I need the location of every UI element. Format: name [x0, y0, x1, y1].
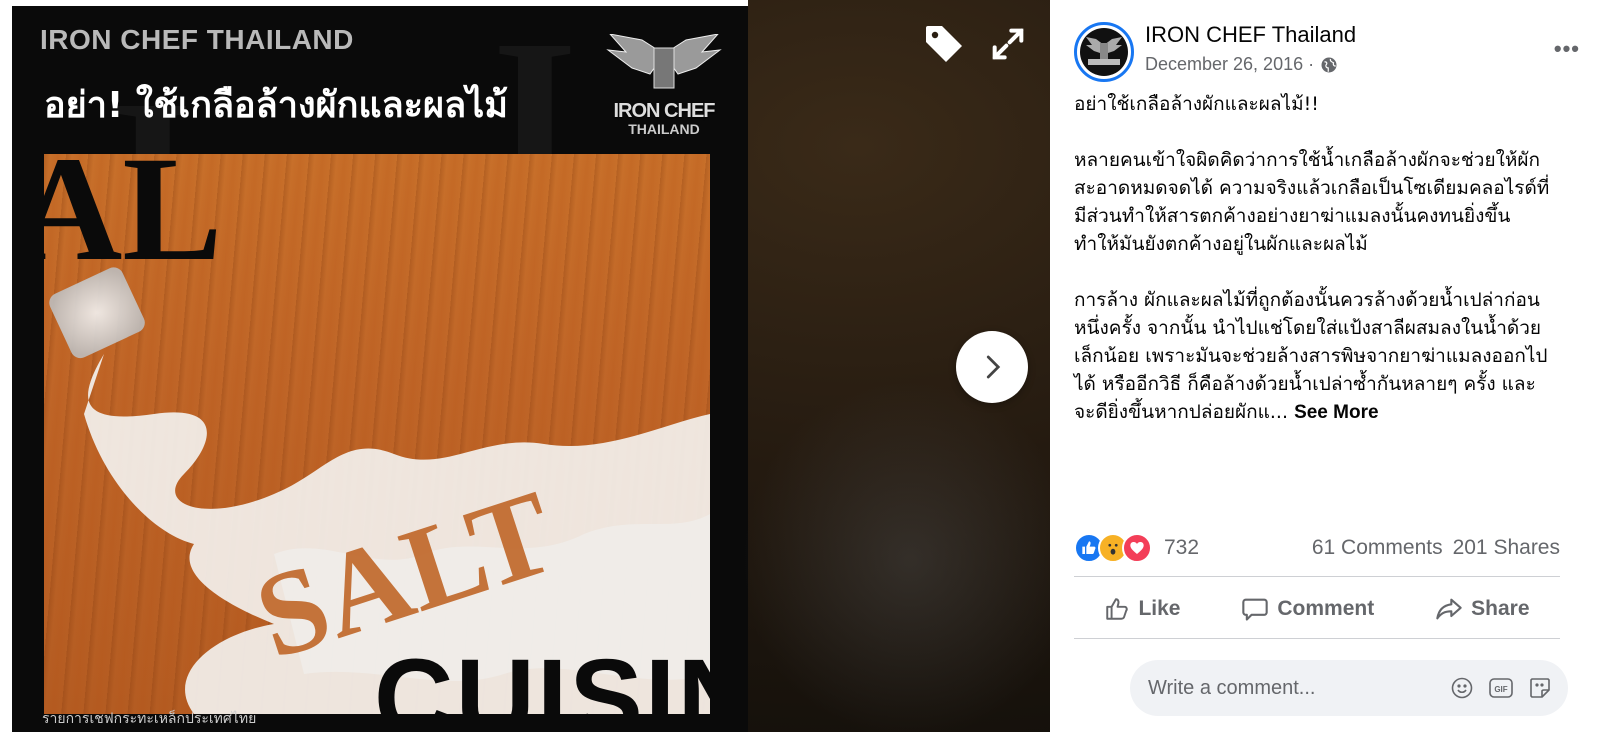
- like-button[interactable]: Like: [1094, 588, 1190, 630]
- wood-table-image: AL SALT CUISIN: [44, 154, 710, 714]
- thumbs-up-icon: [1106, 598, 1129, 620]
- post-date-text: December 26, 2016 ·: [1145, 54, 1315, 74]
- sticker-icon: [1530, 678, 1550, 698]
- comment-button[interactable]: Comment: [1231, 587, 1384, 631]
- photo-cuisine-text: CUISIN: [374, 637, 710, 715]
- share-icon: [1436, 598, 1462, 620]
- globe-icon: [1321, 57, 1337, 72]
- emoji-icon: [1451, 677, 1473, 699]
- avatar-logo-icon: [1086, 37, 1122, 65]
- reactions-summary[interactable]: 732: [1074, 533, 1199, 563]
- photo-headline: อย่า! ใช้เกลือล้างผักและผลไม้: [44, 85, 509, 126]
- photo-brand-text: IRON CHEF THAILAND: [40, 24, 354, 55]
- post-panel: IRON CHEF Thailand December 26, 2016 · •…: [1050, 0, 1600, 732]
- engagement-counts: 61 Comments 201 Shares: [1312, 536, 1560, 560]
- post-photo[interactable]: J I IRON CHEF THAILAND อย่า! ใช้เกลือล้า…: [0, 0, 748, 732]
- eagle-wings-icon: [606, 34, 722, 89]
- more-options-button[interactable]: •••: [1554, 36, 1580, 62]
- reaction-icons: [1074, 533, 1152, 563]
- post-actions: Like Comment Share: [1074, 580, 1560, 638]
- logo-sub: THAILAND: [628, 121, 700, 137]
- svg-text:GIF: GIF: [1494, 685, 1507, 694]
- chevron-right-icon: [986, 355, 1001, 379]
- salt-illustration: SALT: [49, 267, 710, 714]
- comment-input[interactable]: [1148, 676, 1418, 700]
- logo-text: IRON CHEF: [613, 100, 716, 122]
- divider: [1074, 576, 1560, 577]
- avatar-logo: [1080, 28, 1128, 76]
- tag-icon: [926, 26, 962, 62]
- reaction-count: 732: [1164, 536, 1200, 559]
- iron-chef-logo: IRON CHEF THAILAND: [602, 34, 726, 136]
- page-name-link[interactable]: IRON CHEF Thailand: [1145, 22, 1356, 48]
- reactions-row: 732 61 Comments 201 Shares: [1074, 530, 1560, 566]
- comments-count-link[interactable]: 61 Comments: [1312, 536, 1443, 560]
- like-label: Like: [1138, 597, 1181, 620]
- page-avatar[interactable]: [1074, 22, 1134, 82]
- photo-caption: รายการเชฟกระทะเหล็กประเทศไทย: [42, 711, 257, 727]
- emoji-button[interactable]: [1450, 676, 1474, 700]
- comment-icon: [1242, 598, 1269, 621]
- see-more-link[interactable]: See More: [1294, 402, 1378, 423]
- comment-label: Comment: [1277, 597, 1375, 620]
- share-label: Share: [1471, 597, 1530, 620]
- post-paragraph: อย่าใช้เกลือล้างผักและผลไม้!!: [1074, 93, 1319, 115]
- comment-composer: GIF: [1130, 660, 1568, 716]
- post-paragraph: หลายคนเข้าใจผิดคิดว่าการใช้น้ำเกลือล้างผ…: [1074, 149, 1550, 255]
- expand-icon: [992, 28, 1024, 60]
- love-reaction-icon: [1122, 533, 1152, 563]
- post-text: อย่าใช้เกลือล้างผักและผลไม้!! หลายคนเข้า…: [1074, 90, 1554, 427]
- divider: [1074, 638, 1560, 639]
- photo-content: J I IRON CHEF THAILAND อย่า! ใช้เกลือล้า…: [6, 6, 748, 732]
- gif-button[interactable]: GIF: [1488, 676, 1514, 700]
- photo-viewer: J I IRON CHEF THAILAND อย่า! ใช้เกลือล้า…: [0, 0, 1072, 732]
- share-button[interactable]: Share: [1425, 587, 1539, 631]
- gif-icon: GIF: [1489, 678, 1513, 698]
- post-date[interactable]: December 26, 2016 ·: [1145, 54, 1338, 75]
- tag-button[interactable]: [918, 18, 970, 70]
- post-paragraph-last: การล้าง ผักและผลไม้ที่ถูกต้องนั้นควรล้าง…: [1074, 286, 1554, 427]
- expand-button[interactable]: [982, 18, 1034, 70]
- next-photo-button[interactable]: [956, 331, 1028, 403]
- sticker-button[interactable]: [1528, 676, 1552, 700]
- shares-count-link[interactable]: 201 Shares: [1453, 536, 1560, 560]
- comment-tools: GIF: [1450, 676, 1552, 700]
